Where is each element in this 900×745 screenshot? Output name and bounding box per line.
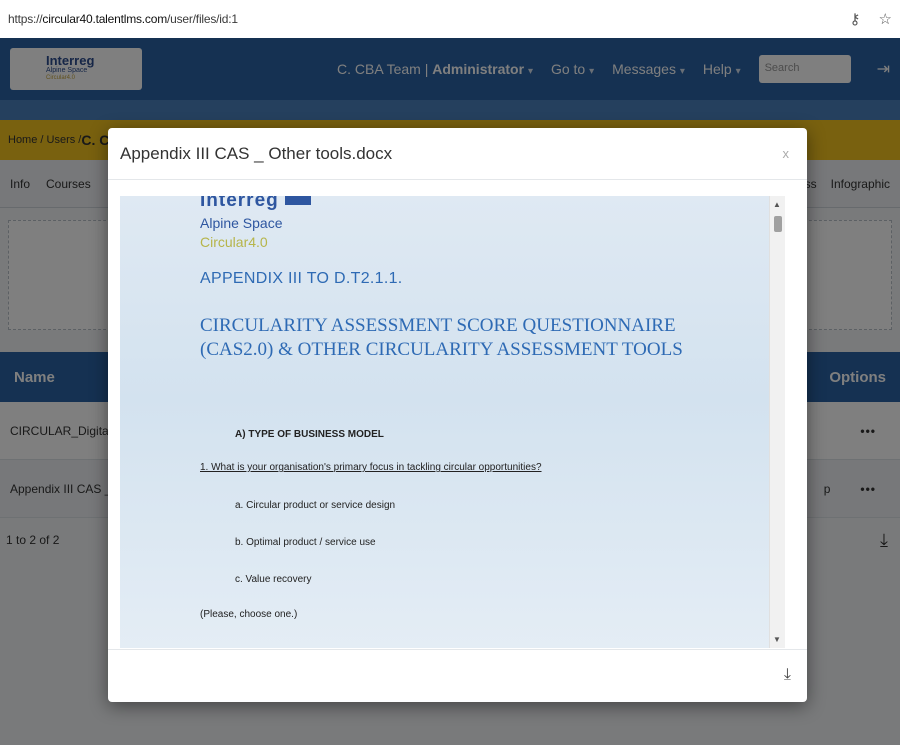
document-scrollbar[interactable]: ▲ ▼: [769, 196, 785, 648]
doc-logo-text: Interreg: [200, 196, 279, 211]
doc-section-heading: A) TYPE OF BUSINESS MODEL: [235, 429, 384, 440]
url-path: /user/files/id:1: [167, 12, 238, 26]
scroll-down-arrow-icon[interactable]: ▼: [773, 635, 781, 644]
scroll-up-arrow-icon[interactable]: ▲: [773, 200, 781, 209]
favorite-star-icon[interactable]: ☆: [879, 10, 892, 28]
file-preview-modal: Appendix III CAS _ Other tools.docx x In…: [108, 128, 807, 702]
url-prefix: https://: [8, 12, 43, 26]
modal-title: Appendix III CAS _ Other tools.docx: [120, 143, 393, 163]
address-bar[interactable]: https://circular40.talentlms.com/user/fi…: [8, 12, 238, 26]
doc-option: b. Optimal product / service use: [235, 537, 376, 548]
doc-logo: Interreg: [200, 196, 311, 212]
url-host: circular40.talentlms.com: [42, 12, 167, 26]
close-icon[interactable]: x: [783, 146, 790, 161]
modal-footer: ⤓: [108, 649, 807, 702]
key-icon[interactable]: ⚷: [850, 10, 861, 28]
doc-appendix-heading: APPENDIX III TO D.T2.1.1.: [200, 270, 403, 287]
doc-question: 1. What is your organisation's primary f…: [200, 462, 542, 473]
doc-option: a. Circular product or service design: [235, 500, 396, 511]
eu-flag-icon: [284, 196, 311, 206]
document-viewer[interactable]: Interreg Alpine Space Circular4.0 APPEND…: [120, 196, 785, 648]
browser-url-bar: https://circular40.talentlms.com/user/fi…: [0, 0, 900, 38]
modal-header: Appendix III CAS _ Other tools.docx x: [108, 128, 807, 180]
doc-logo-project: Circular4.0: [200, 234, 268, 250]
scrollbar-thumb[interactable]: [774, 216, 782, 232]
document-page: Interreg Alpine Space Circular4.0 APPEND…: [120, 196, 769, 648]
doc-option: c. Value recovery: [235, 574, 312, 585]
doc-title: CIRCULARITY ASSESSMENT SCORE QUESTIONNAI…: [200, 315, 683, 360]
doc-logo-subtitle: Alpine Space: [200, 215, 283, 231]
doc-note: (Please, choose one.): [200, 609, 298, 620]
download-icon[interactable]: ⤓: [784, 666, 791, 684]
